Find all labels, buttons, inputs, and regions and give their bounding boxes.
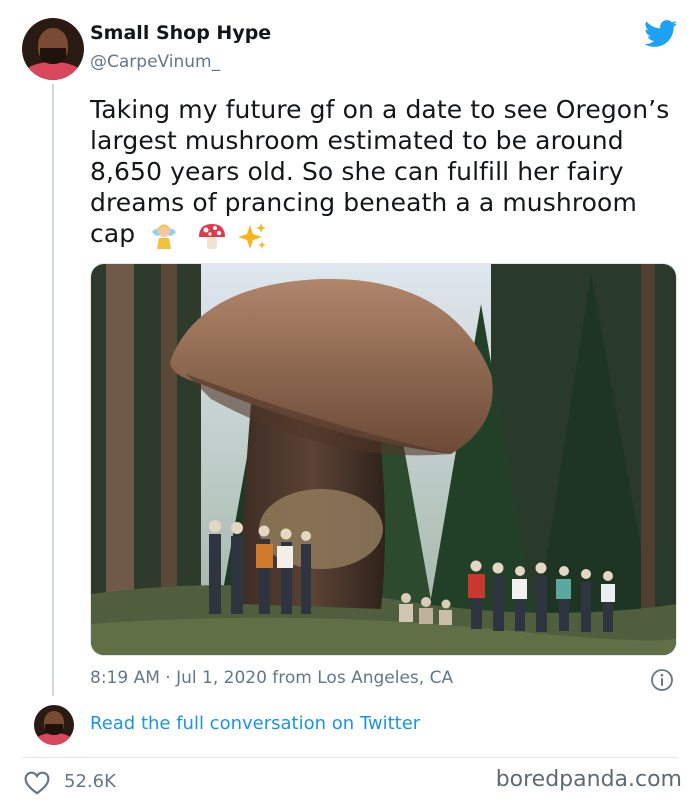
like-count: 52.6K — [64, 771, 116, 792]
heart-icon[interactable] — [24, 771, 50, 795]
tweet-text: Taking my future gf on a date to see Ore… — [90, 94, 680, 251]
read-conversation-link[interactable]: Read the full conversation on Twitter — [90, 713, 420, 734]
fairy-emoji — [152, 224, 177, 249]
twitter-bird-icon[interactable] — [644, 20, 678, 48]
divider — [22, 757, 678, 758]
sparkles-emoji — [238, 223, 267, 249]
photo-artwork — [91, 264, 676, 655]
info-icon[interactable] — [650, 668, 674, 692]
user-avatar[interactable] — [22, 18, 84, 80]
user-avatar-small[interactable] — [34, 705, 74, 745]
emoji-group — [149, 219, 269, 251]
display-name[interactable]: Small Shop Hype — [90, 22, 271, 44]
boredpanda-watermark: boredpanda.com — [495, 767, 682, 792]
user-handle[interactable]: @CarpeVinum_ — [90, 52, 220, 72]
mushroom-emoji — [199, 224, 226, 249]
giant-mushroom-photo[interactable] — [90, 263, 677, 656]
tweet-timestamp[interactable]: 8:19 AM · Jul 1, 2020 from Los Angeles, … — [90, 668, 453, 688]
thread-line — [52, 84, 54, 696]
